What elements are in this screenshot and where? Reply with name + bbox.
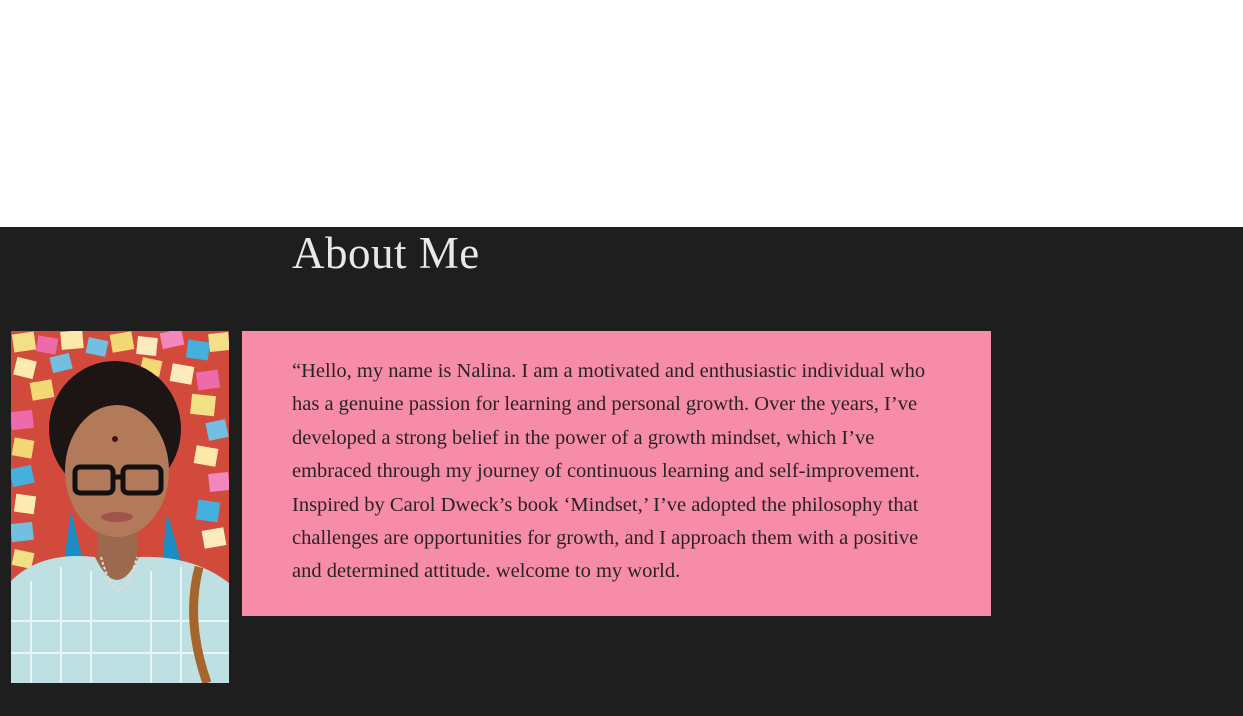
about-heading: About Me [292, 228, 480, 278]
about-quote-text: “Hello, my name is Nalina. I am a motiva… [292, 360, 926, 583]
top-blank-area [0, 0, 1243, 227]
about-quote-card: “Hello, my name is Nalina. I am a motiva… [242, 331, 991, 616]
profile-photo [11, 331, 229, 683]
